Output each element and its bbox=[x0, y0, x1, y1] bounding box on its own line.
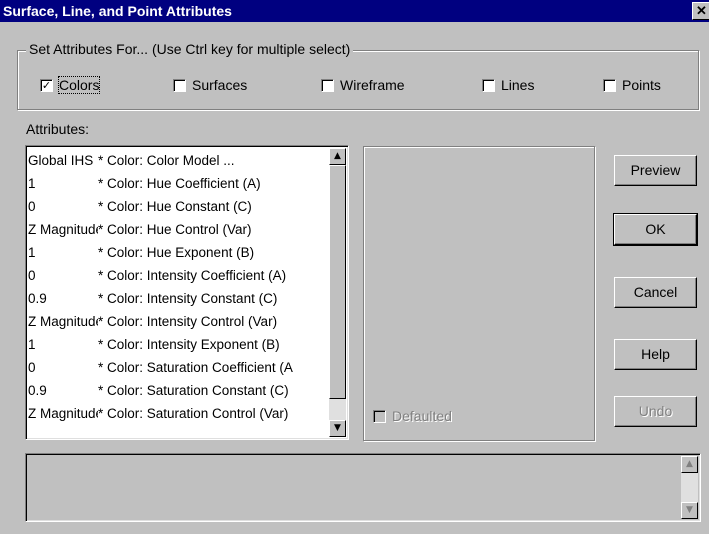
attributes-scrollbar[interactable]: ▲ ▼ bbox=[329, 148, 346, 437]
preview-button[interactable]: Preview bbox=[614, 155, 697, 186]
checkbox-colors[interactable]: ✓ Colors bbox=[40, 76, 101, 94]
attribute-value: 1 bbox=[28, 337, 36, 352]
checkbox-unchecked-icon[interactable] bbox=[173, 78, 186, 92]
attribute-value: Global IHS bbox=[28, 153, 94, 168]
checkbox-points[interactable]: Points bbox=[603, 76, 661, 94]
attribute-name: * Color: Intensity Coefficient (A) bbox=[98, 268, 287, 283]
checkbox-unchecked-icon[interactable] bbox=[321, 78, 334, 92]
scroll-down-button[interactable]: ▼ bbox=[329, 420, 346, 437]
attribute-value: Z Magnitude bbox=[28, 314, 98, 329]
checkbox-label-wireframe: Wireframe bbox=[340, 77, 405, 93]
close-button[interactable]: ✕ bbox=[692, 2, 709, 20]
attribute-name: * Color: Hue Constant (C) bbox=[98, 199, 252, 214]
checkbox-lines[interactable]: Lines bbox=[482, 76, 534, 94]
checkbox-label-colors: Colors bbox=[57, 76, 101, 94]
attribute-editor-panel bbox=[363, 146, 595, 441]
checkbox-checked-icon[interactable]: ✓ bbox=[40, 78, 53, 92]
list-item[interactable]: 0.9 * Color: Intensity Constant (C) bbox=[28, 287, 326, 310]
list-item[interactable]: 1 * Color: Intensity Exponent (B) bbox=[28, 333, 326, 356]
attribute-value: 0 bbox=[28, 199, 36, 214]
attribute-name: * Color: Saturation Coefficient (A bbox=[98, 360, 293, 375]
attribute-name: * Color: Intensity Constant (C) bbox=[98, 291, 278, 306]
defaulted-checkbox: Defaulted bbox=[373, 408, 452, 424]
arrow-down-icon: ▼ bbox=[686, 505, 693, 515]
checkbox-label-points: Points bbox=[622, 77, 661, 93]
checkbox-label-lines: Lines bbox=[501, 77, 535, 93]
scroll-down-button[interactable]: ▼ bbox=[681, 502, 698, 519]
scroll-up-button[interactable]: ▲ bbox=[329, 148, 346, 165]
list-item[interactable]: Global IHS * Color: Color Model ... bbox=[28, 149, 326, 172]
list-item[interactable]: 0 * Color: Saturation Coefficient (A bbox=[28, 356, 326, 379]
attribute-name: * Color: Saturation Control (Var) bbox=[98, 406, 289, 421]
scroll-up-button[interactable]: ▲ bbox=[681, 456, 698, 473]
attribute-name: * Color: Hue Control (Var) bbox=[98, 222, 252, 237]
list-item[interactable]: Z Magnitude * Color: Hue Control (Var) bbox=[28, 218, 326, 241]
window-title: Surface, Line, and Point Attributes bbox=[3, 3, 232, 19]
list-item[interactable]: Z Magnitude * Color: Saturation Control … bbox=[28, 402, 326, 425]
list-item[interactable]: 0.9 * Color: Saturation Constant (C) bbox=[28, 379, 326, 402]
checkbox-unchecked-icon bbox=[373, 409, 386, 423]
attribute-value: 0.9 bbox=[28, 383, 47, 398]
list-item[interactable]: 1 * Color: Hue Coefficient (A) bbox=[28, 172, 326, 195]
list-item[interactable]: 0 * Color: Hue Constant (C) bbox=[28, 195, 326, 218]
list-item[interactable]: Z Magnitude * Color: Intensity Control (… bbox=[28, 310, 326, 333]
close-icon: ✕ bbox=[696, 3, 707, 18]
help-button[interactable]: Help bbox=[614, 339, 697, 370]
attribute-name: * Color: Intensity Control (Var) bbox=[98, 314, 278, 329]
attribute-name: * Color: Hue Coefficient (A) bbox=[98, 176, 261, 191]
attribute-name: * Color: Intensity Exponent (B) bbox=[98, 337, 280, 352]
attribute-value: Z Magnitude bbox=[28, 406, 98, 421]
attribute-value: 0.9 bbox=[28, 291, 47, 306]
checkbox-wireframe[interactable]: Wireframe bbox=[321, 76, 405, 94]
attribute-value: Z Magnitude bbox=[28, 222, 98, 237]
defaulted-label: Defaulted bbox=[392, 408, 452, 424]
attribute-name: * Color: Color Model ... bbox=[98, 153, 235, 168]
arrow-up-icon: ▲ bbox=[334, 151, 341, 161]
set-attributes-legend: Set Attributes For... (Use Ctrl key for … bbox=[26, 41, 354, 57]
cancel-button[interactable]: Cancel bbox=[614, 277, 697, 308]
ok-button[interactable]: OK bbox=[613, 213, 698, 246]
checkbox-surfaces[interactable]: Surfaces bbox=[173, 76, 247, 94]
checkbox-unchecked-icon[interactable] bbox=[482, 78, 495, 92]
attribute-name: * Color: Saturation Constant (C) bbox=[98, 383, 289, 398]
list-item[interactable]: 0 * Color: Intensity Coefficient (A) bbox=[28, 264, 326, 287]
attribute-value: 1 bbox=[28, 245, 36, 260]
title-bar: Surface, Line, and Point Attributes ✕ bbox=[0, 0, 709, 22]
attributes-label: Attributes: bbox=[26, 121, 90, 137]
description-box[interactable]: ▲ ▼ bbox=[25, 453, 701, 522]
attribute-value: 0 bbox=[28, 268, 36, 283]
attribute-value: 0 bbox=[28, 360, 36, 375]
attribute-value: 1 bbox=[28, 176, 36, 191]
undo-button: Undo bbox=[614, 396, 697, 427]
attributes-listbox[interactable]: Global IHS * Color: Color Model ... 1 * … bbox=[25, 145, 349, 440]
list-item[interactable]: 1 * Color: Hue Exponent (B) bbox=[28, 241, 326, 264]
attribute-name: * Color: Hue Exponent (B) bbox=[98, 245, 255, 260]
arrow-down-icon: ▼ bbox=[334, 423, 341, 433]
checkbox-unchecked-icon[interactable] bbox=[603, 78, 616, 92]
scroll-thumb[interactable] bbox=[329, 165, 346, 399]
description-scrollbar[interactable]: ▲ ▼ bbox=[681, 456, 698, 519]
checkbox-label-surfaces: Surfaces bbox=[192, 77, 248, 93]
arrow-up-icon: ▲ bbox=[686, 459, 693, 469]
